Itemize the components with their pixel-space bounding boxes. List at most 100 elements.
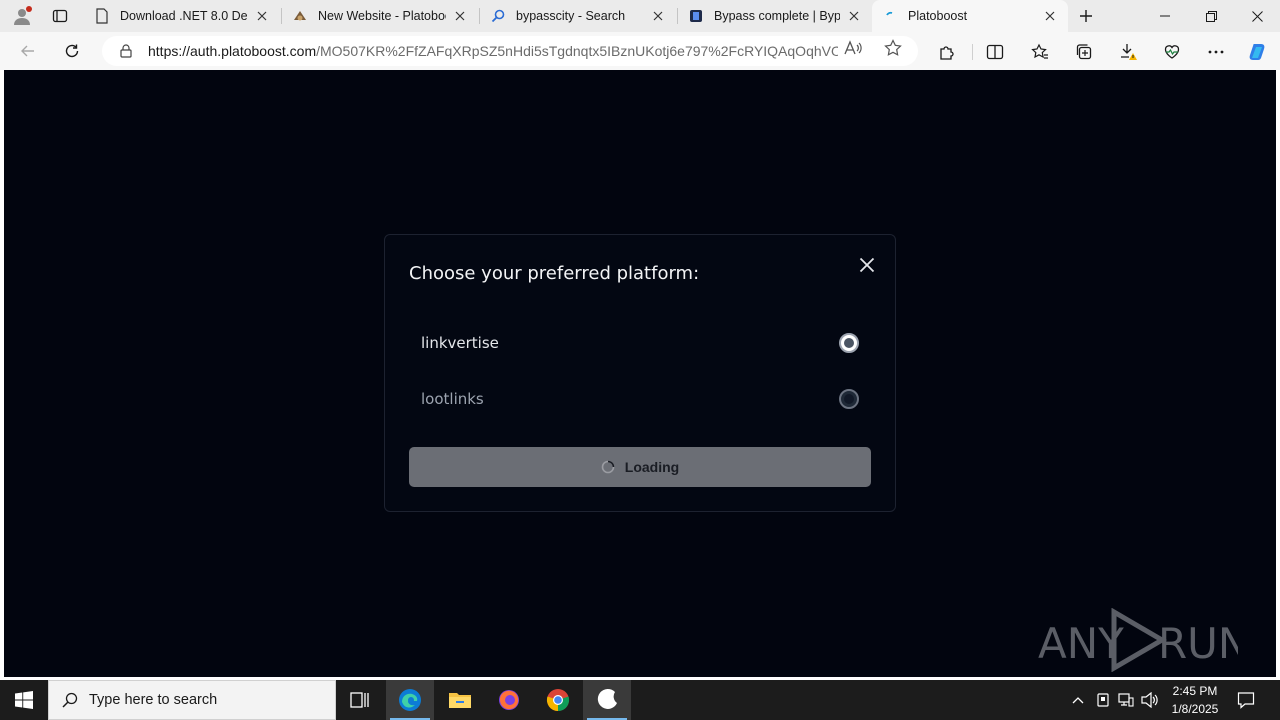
speaker-icon — [1141, 692, 1158, 708]
tab-dotnet[interactable]: Download .NET 8.0 Desktop Runtime — [84, 0, 280, 32]
windows-taskbar: Type here to search 2:45 PM 1/8/2025 — [0, 680, 1280, 720]
crescent-icon — [597, 688, 617, 709]
split-screen-button[interactable] — [985, 42, 1005, 62]
anyrun-watermark: ANY RUN — [1038, 608, 1238, 672]
tab-close-icon[interactable] — [846, 8, 862, 24]
option-linkvertise[interactable]: linkvertise — [409, 323, 873, 363]
copilot-button[interactable] — [1246, 40, 1270, 64]
task-view-icon — [350, 692, 369, 708]
modal-close-button[interactable] — [855, 253, 879, 277]
loading-button-label: Loading — [624, 459, 680, 475]
tab-close-icon[interactable] — [1042, 8, 1058, 24]
option-lootlinks[interactable]: lootlinks — [409, 379, 873, 419]
tab-bypasscity-search[interactable]: bypasscity - Search — [480, 0, 676, 32]
back-button[interactable] — [14, 37, 42, 65]
split-screen-icon — [986, 44, 1004, 60]
search-placeholder: Type here to search — [89, 692, 218, 708]
refresh-icon — [65, 44, 79, 58]
document-icon — [94, 8, 110, 24]
task-view-button[interactable] — [336, 680, 384, 720]
system-clock[interactable]: 2:45 PM 1/8/2025 — [1164, 682, 1226, 718]
tab-bypass-complete[interactable]: Bypass complete | Bypass.city — [678, 0, 872, 32]
chrome-icon — [546, 689, 570, 712]
refresh-button[interactable] — [58, 37, 86, 65]
clock-time: 2:45 PM — [1172, 684, 1218, 698]
loading-icon — [882, 8, 898, 24]
option-label: lootlinks — [421, 390, 484, 408]
tab-actions-button[interactable] — [46, 4, 74, 28]
page-content: Choose your preferred platform: linkvert… — [4, 70, 1276, 677]
edge-icon — [399, 689, 421, 711]
arrow-left-icon — [21, 45, 34, 57]
tab-title: New Website - Platoboost — [318, 9, 446, 23]
browser-essentials-button[interactable] — [1162, 42, 1182, 62]
collections-button[interactable] — [1074, 42, 1094, 62]
tab-close-icon[interactable] — [452, 8, 468, 24]
toolbar-separator — [972, 44, 973, 60]
notification-center-button[interactable] — [1232, 688, 1260, 712]
close-window-button[interactable] — [1234, 0, 1280, 32]
tab-close-icon[interactable] — [650, 8, 666, 24]
network-icon — [1118, 693, 1134, 707]
usb-device-icon — [1097, 693, 1109, 707]
tab-close-icon[interactable] — [254, 8, 270, 24]
plus-icon — [1080, 10, 1092, 22]
taskbar-search-box[interactable]: Type here to search — [48, 680, 336, 720]
favorites-icon — [1031, 43, 1048, 59]
tab-title: Download .NET 8.0 Desktop Runtime — [120, 9, 248, 23]
tray-usb-button[interactable] — [1093, 690, 1113, 710]
tab-new-website[interactable]: New Website - Platoboost — [282, 0, 478, 32]
minimize-icon — [1160, 15, 1170, 17]
tab-platoboost[interactable]: Platoboost — [872, 0, 1068, 32]
more-icon — [1208, 50, 1224, 54]
platform-modal: Choose your preferred platform: linkvert… — [384, 234, 896, 512]
platoboost-icon — [292, 8, 308, 24]
favorites-button[interactable] — [1030, 42, 1050, 62]
browser-toolbar: https://auth.platoboost.com/MO507KR%2FfZ… — [0, 32, 1280, 70]
windows-logo-icon — [15, 691, 33, 709]
collections-icon — [1076, 44, 1092, 60]
taskbar-app-moon[interactable] — [583, 680, 631, 720]
tab-actions-icon — [52, 9, 68, 23]
favorite-star-button[interactable] — [884, 39, 902, 57]
star-icon — [884, 39, 902, 56]
restore-button[interactable] — [1188, 0, 1234, 32]
tray-network-button[interactable] — [1116, 690, 1136, 710]
watermark-text-right: RUN — [1158, 619, 1238, 668]
folder-icon — [449, 693, 471, 708]
settings-more-button[interactable] — [1206, 42, 1226, 62]
taskbar-firefox[interactable] — [485, 680, 533, 720]
tray-overflow-button[interactable] — [1068, 690, 1088, 710]
new-tab-button[interactable] — [1074, 4, 1098, 28]
radio-selected[interactable] — [839, 333, 859, 353]
tab-title: Bypass complete | Bypass.city — [714, 9, 840, 23]
search-icon — [490, 8, 506, 24]
puzzle-icon — [940, 46, 954, 60]
heart-pulse-icon — [1164, 45, 1180, 59]
watermark-text-left: ANY — [1038, 619, 1124, 668]
loading-button[interactable]: Loading — [409, 447, 871, 487]
option-label: linkvertise — [421, 334, 499, 352]
restore-icon — [1205, 10, 1217, 22]
address-bar[interactable]: https://auth.platoboost.com/MO507KR%2FfZ… — [102, 36, 918, 66]
profile-button[interactable] — [8, 4, 36, 28]
tab-title: Platoboost — [908, 9, 968, 23]
taskbar-chrome[interactable] — [534, 680, 582, 720]
notification-icon — [1237, 692, 1255, 709]
start-button[interactable] — [0, 680, 48, 720]
tab-strip: Download .NET 8.0 Desktop Runtime New We… — [0, 0, 1280, 32]
close-icon — [859, 257, 875, 273]
tray-volume-button[interactable] — [1140, 690, 1160, 710]
spinner-icon — [601, 460, 615, 474]
clock-date: 1/8/2025 — [1171, 702, 1219, 716]
lock-icon[interactable] — [118, 43, 134, 59]
read-aloud-button[interactable] — [844, 39, 862, 57]
radio-unselected[interactable] — [839, 389, 859, 409]
taskbar-file-explorer[interactable] — [436, 680, 484, 720]
downloads-button[interactable] — [1118, 42, 1138, 62]
extensions-button[interactable] — [937, 42, 957, 62]
minimize-button[interactable] — [1142, 0, 1188, 32]
url-text[interactable]: https://auth.platoboost.com/MO507KR%2FfZ… — [148, 43, 838, 59]
taskbar-edge[interactable] — [386, 680, 434, 720]
chevron-up-icon — [1072, 697, 1084, 704]
